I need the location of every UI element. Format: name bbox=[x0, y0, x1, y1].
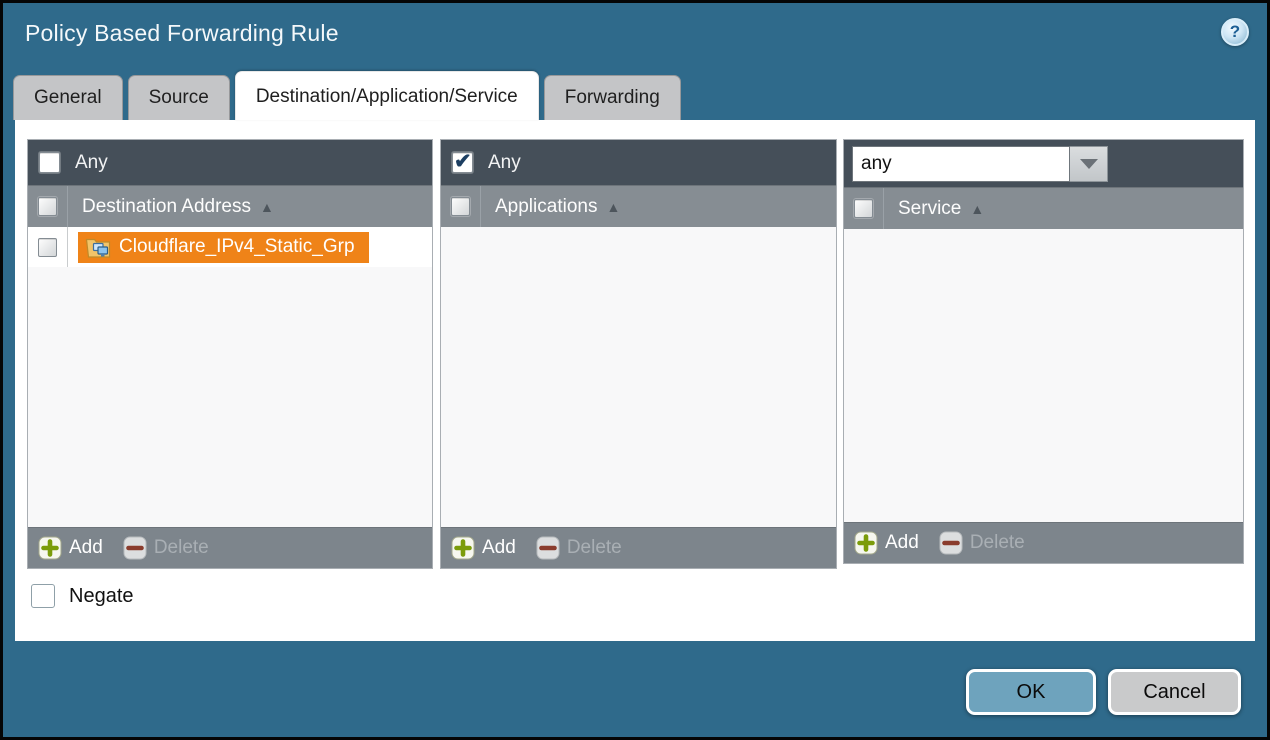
tab-destination-application-service[interactable]: Destination/Application/Service bbox=[235, 71, 539, 120]
applications-list bbox=[441, 227, 836, 527]
tab-source[interactable]: Source bbox=[128, 75, 230, 120]
destination-address-column: Any Destination Address ▲ bbox=[27, 139, 433, 569]
destination-any-label: Any bbox=[75, 152, 108, 174]
delete-label: Delete bbox=[567, 537, 622, 559]
destination-select-all-gutter bbox=[28, 186, 68, 227]
add-label: Add bbox=[885, 532, 919, 554]
destination-select-all-checkbox[interactable] bbox=[38, 197, 57, 216]
negate-label: Negate bbox=[69, 585, 134, 608]
help-icon[interactable]: ? bbox=[1221, 18, 1249, 46]
delete-icon bbox=[536, 536, 560, 560]
service-delete-button[interactable]: Delete bbox=[939, 531, 1025, 555]
service-column: any Service ▲ bbox=[843, 139, 1244, 564]
table-row[interactable]: Cloudflare_IPv4_Static_Grp bbox=[28, 227, 432, 267]
service-select-all-gutter bbox=[844, 188, 884, 229]
tab-bar: General Source Destination/Application/S… bbox=[13, 71, 681, 120]
add-icon bbox=[854, 531, 878, 555]
applications-column-header[interactable]: Applications ▲ bbox=[441, 185, 836, 227]
row-checkbox[interactable] bbox=[38, 238, 57, 257]
applications-add-button[interactable]: Add bbox=[451, 536, 516, 560]
add-icon bbox=[451, 536, 475, 560]
row-checkbox-gutter bbox=[28, 227, 68, 267]
negate-checkbox[interactable] bbox=[31, 584, 55, 608]
service-type-dropdown-button[interactable] bbox=[1070, 146, 1108, 182]
service-dropdown-bar: any bbox=[844, 140, 1243, 187]
service-column-header[interactable]: Service ▲ bbox=[844, 187, 1243, 229]
add-label: Add bbox=[69, 537, 103, 559]
service-type-dropdown[interactable]: any bbox=[852, 146, 1108, 182]
sort-ascending-icon[interactable]: ▲ bbox=[260, 199, 274, 215]
applications-any-label: Any bbox=[488, 152, 521, 174]
selected-address-group[interactable]: Cloudflare_IPv4_Static_Grp bbox=[78, 232, 369, 263]
destination-any-bar: Any bbox=[28, 140, 432, 185]
tab-content-panel: Any Destination Address ▲ bbox=[15, 120, 1255, 641]
applications-select-all-gutter bbox=[441, 186, 481, 227]
service-footer-bar: Add Delete bbox=[844, 522, 1243, 563]
delete-label: Delete bbox=[154, 537, 209, 559]
address-group-icon bbox=[85, 235, 111, 259]
applications-select-all-checkbox[interactable] bbox=[451, 197, 470, 216]
address-group-name: Cloudflare_IPv4_Static_Grp bbox=[119, 236, 355, 258]
applications-delete-button[interactable]: Delete bbox=[536, 536, 622, 560]
destination-delete-button[interactable]: Delete bbox=[123, 536, 209, 560]
destination-header-label: Destination Address bbox=[82, 196, 251, 218]
sort-ascending-icon[interactable]: ▲ bbox=[970, 201, 984, 217]
negate-option: Negate bbox=[31, 584, 134, 608]
chevron-down-icon bbox=[1080, 159, 1098, 169]
service-add-button[interactable]: Add bbox=[854, 531, 919, 555]
applications-footer-bar: Add Delete bbox=[441, 527, 836, 568]
destination-any-checkbox[interactable] bbox=[39, 152, 60, 173]
delete-icon bbox=[939, 531, 963, 555]
tab-forwarding[interactable]: Forwarding bbox=[544, 75, 681, 120]
add-label: Add bbox=[482, 537, 516, 559]
delete-icon bbox=[123, 536, 147, 560]
add-icon bbox=[38, 536, 62, 560]
service-type-value[interactable]: any bbox=[852, 146, 1070, 182]
destination-list: Cloudflare_IPv4_Static_Grp bbox=[28, 227, 432, 527]
applications-any-checkbox[interactable] bbox=[452, 152, 473, 173]
tab-general[interactable]: General bbox=[13, 75, 123, 120]
service-select-all-checkbox[interactable] bbox=[854, 199, 873, 218]
destination-add-button[interactable]: Add bbox=[38, 536, 103, 560]
service-header-label: Service bbox=[898, 198, 961, 220]
service-list bbox=[844, 229, 1243, 522]
applications-any-bar: Any bbox=[441, 140, 836, 185]
ok-button[interactable]: OK bbox=[966, 669, 1096, 715]
dialog-title: Policy Based Forwarding Rule bbox=[25, 20, 339, 47]
sort-ascending-icon[interactable]: ▲ bbox=[606, 199, 620, 215]
policy-forwarding-dialog: Policy Based Forwarding Rule ? General S… bbox=[0, 0, 1270, 740]
applications-header-label: Applications bbox=[495, 196, 597, 218]
destination-column-header[interactable]: Destination Address ▲ bbox=[28, 185, 432, 227]
cancel-button[interactable]: Cancel bbox=[1108, 669, 1241, 715]
delete-label: Delete bbox=[970, 532, 1025, 554]
applications-column: Any Applications ▲ Add bbox=[440, 139, 837, 569]
destination-footer-bar: Add Delete bbox=[28, 527, 432, 568]
